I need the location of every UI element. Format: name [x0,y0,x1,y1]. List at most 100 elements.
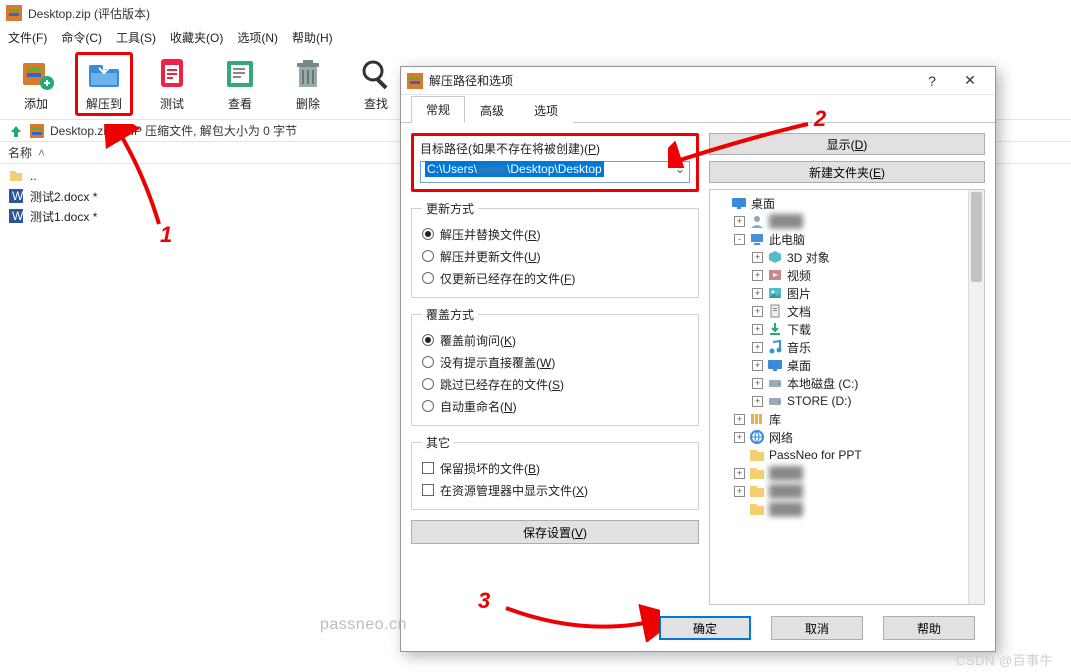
breadcrumb: Desktop.zip - ZIP 压缩文件, 解包大小为 0 字节 [50,122,297,139]
close-icon[interactable]: ✕ [951,68,989,94]
ok-button[interactable]: 确定 [659,616,751,640]
music-icon [767,339,783,355]
tree-expander[interactable]: + [752,252,763,263]
check-show-explorer[interactable]: 在资源管理器中显示文件(X) [422,479,688,501]
help-button[interactable]: 帮助 [883,616,975,640]
toolbar-add[interactable]: 添加 [8,53,64,115]
tree-node[interactable]: +████ [712,482,982,500]
desktop2-icon [767,357,783,373]
menu-options[interactable]: 选项(N) [237,29,278,46]
tree-expander[interactable]: + [752,324,763,335]
test-icon [151,55,193,93]
up-icon[interactable] [8,123,24,139]
destination-path-label: 目标路径(如果不存在将被创建)(P) [420,140,690,157]
menu-tools[interactable]: 工具(S) [116,29,156,46]
tree-expander[interactable]: + [752,378,763,389]
tree-node-label: 此电脑 [769,231,805,248]
list-item-label: 测试2.docx * [30,188,97,205]
scrollbar-thumb[interactable] [971,192,982,282]
tree-node[interactable]: +████ [712,212,982,230]
tree-expander[interactable]: + [734,432,745,443]
scrollbar[interactable] [968,190,984,604]
menu-commands[interactable]: 命令(C) [61,29,102,46]
tree-expander[interactable]: + [752,396,763,407]
toolbar-view[interactable]: 查看 [212,53,268,115]
menu-help[interactable]: 帮助(H) [292,29,333,46]
destination-path-input[interactable]: C:\Users\xxxxx\Desktop\Desktop ⌄ [420,161,690,183]
tree-node[interactable]: +音乐 [712,338,982,356]
new-folder-button[interactable]: 新建文件夹(E) [709,161,985,183]
toolbar-delete[interactable]: 删除 [280,53,336,115]
tree-node[interactable]: ████ [712,500,982,518]
radio-icon [422,272,434,284]
tree-expander[interactable]: + [734,468,745,479]
tree-node-label: 网络 [769,429,793,446]
cancel-button[interactable]: 取消 [771,616,863,640]
tree-node-label: 图片 [787,285,811,302]
save-settings-button[interactable]: 保存设置(V) [411,520,699,544]
tree-node[interactable]: +本地磁盘 (C:) [712,374,982,392]
extract-to-icon [83,55,125,93]
folder-tree[interactable]: 桌面+████-此电脑+3D 对象+视频+图片+文档+下载+音乐+桌面+本地磁盘… [709,189,985,605]
tab-general[interactable]: 常规 [411,96,465,123]
radio-skip-existing[interactable]: 跳过已经存在的文件(S) [422,373,688,395]
radio-extract-replace[interactable]: 解压并替换文件(R) [422,223,688,245]
tree-expander[interactable]: + [734,414,745,425]
tree-node[interactable]: PassNeo for PPT [712,446,982,464]
column-header-name[interactable]: 名称˄ [8,144,45,161]
check-keep-broken[interactable]: 保留损坏的文件(B) [422,457,688,479]
radio-ask-before[interactable]: 覆盖前询问(K) [422,329,688,351]
tree-node[interactable]: +下载 [712,320,982,338]
tree-expander[interactable]: + [752,342,763,353]
tab-advanced[interactable]: 高级 [465,97,519,123]
toolbar-test[interactable]: 测试 [144,53,200,115]
radio-icon [422,334,434,346]
tree-expander[interactable]: + [752,360,763,371]
radio-extract-update[interactable]: 解压并更新文件(U) [422,245,688,267]
tree-expander[interactable]: + [734,486,745,497]
toolbar-label: 测试 [160,95,184,112]
update-mode-group: 更新方式 解压并替换文件(R) 解压并更新文件(U) 仅更新已经存在的文件(F) [411,200,699,298]
dialog-title: 解压路径和选项 [429,72,513,89]
dialog-title-bar: 解压路径和选项 ? ✕ [401,67,995,95]
tree-node[interactable]: 桌面 [712,194,982,212]
tree-node-label: PassNeo for PPT [769,448,862,462]
folder-icon [749,501,765,517]
tree-node[interactable]: +STORE (D:) [712,392,982,410]
tree-expander[interactable]: + [752,270,763,281]
dialog-tabs: 常规 高级 选项 [401,95,995,123]
pictures-icon [767,285,783,301]
tree-expander[interactable]: + [752,306,763,317]
tree-node[interactable]: +████ [712,464,982,482]
tree-node[interactable]: +3D 对象 [712,248,982,266]
add-archive-icon [15,55,57,93]
dialog-left-pane: 目标路径(如果不存在将被创建)(P) C:\Users\xxxxx\Deskto… [411,133,699,605]
help-icon[interactable]: ? [913,68,951,94]
tree-expander[interactable]: - [734,234,745,245]
radio-auto-rename[interactable]: 自动重命名(N) [422,395,688,417]
radio-no-prompt[interactable]: 没有提示直接覆盖(W) [422,351,688,373]
tree-node[interactable]: +文档 [712,302,982,320]
tree-node[interactable]: +库 [712,410,982,428]
tree-expander[interactable]: + [752,288,763,299]
tree-node[interactable]: + 图片 [712,284,982,302]
menu-favorites[interactable]: 收藏夹(O) [170,29,223,46]
toolbar-find[interactable]: 查找 [348,53,404,115]
tree-node-label: ████ [769,502,803,516]
radio-fresh-existing[interactable]: 仅更新已经存在的文件(F) [422,267,688,289]
pc-icon [749,231,765,247]
toolbar-extract-to[interactable]: 解压到 [76,53,132,115]
toolbar-label: 删除 [296,95,320,112]
group-legend: 更新方式 [422,200,478,217]
tree-node[interactable]: - 此电脑 [712,230,982,248]
chevron-down-icon[interactable]: ⌄ [675,162,685,176]
tree-expander[interactable]: + [734,216,745,227]
tree-node[interactable]: +视频 [712,266,982,284]
tree-node[interactable]: + 网络 [712,428,982,446]
group-legend: 覆盖方式 [422,306,478,323]
display-button[interactable]: 显示(D) [709,133,985,155]
find-icon [355,55,397,93]
tree-node[interactable]: +桌面 [712,356,982,374]
tab-options[interactable]: 选项 [519,97,573,123]
menu-file[interactable]: 文件(F) [8,29,47,46]
